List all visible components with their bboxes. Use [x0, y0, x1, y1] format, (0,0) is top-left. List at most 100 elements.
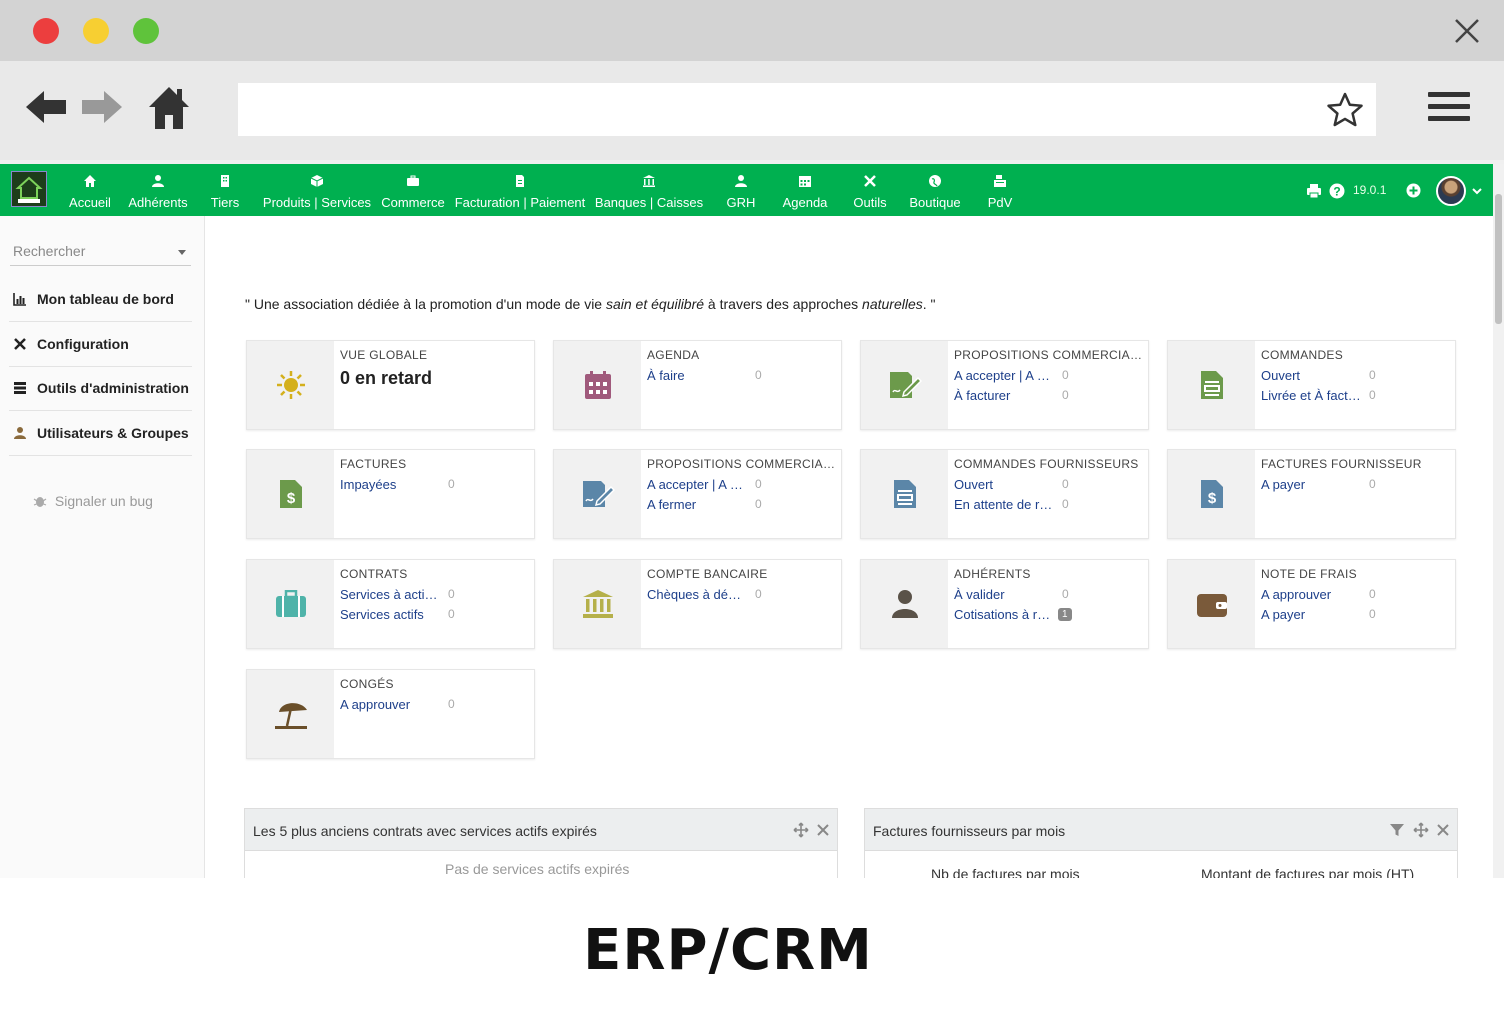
- quote-text: . ": [922, 296, 936, 312]
- home-icon: [84, 175, 96, 187]
- box-line[interactable]: Impayées 0: [340, 477, 530, 495]
- box-line[interactable]: A payer 0: [1261, 477, 1451, 495]
- hamburger-icon[interactable]: [1428, 92, 1470, 126]
- box-title: FACTURES FOURNISSEUR: [1261, 457, 1422, 471]
- box-line[interactable]: Services à activer 0: [340, 587, 530, 605]
- menu-adherents[interactable]: Adhérents: [124, 164, 192, 216]
- menu-facturation[interactable]: Facturation | Paiement: [452, 164, 588, 216]
- star-icon[interactable]: [1326, 91, 1364, 129]
- close-icon[interactable]: [815, 822, 831, 838]
- chevron-down-icon[interactable]: [1472, 187, 1482, 195]
- box-line-label: A approuver: [340, 697, 411, 712]
- box-vue-globale[interactable]: VUE GLOBALE 0 en retard: [246, 340, 535, 430]
- menu-outils[interactable]: Outils: [848, 164, 892, 216]
- box-note-de-frais[interactable]: NOTE DE FRAIS A approuver 0 A payer 0: [1167, 559, 1456, 649]
- signature-icon: [889, 372, 922, 398]
- menu-commerce[interactable]: Commerce: [379, 164, 447, 216]
- box-line[interactable]: À facturer 0: [954, 388, 1144, 406]
- forward-arrow-icon[interactable]: [80, 87, 124, 127]
- box-propositions-fournisseur[interactable]: PROPOSITIONS COMMERCIALES FOURNISSEUR A …: [553, 449, 842, 539]
- box-commandes-fournisseurs[interactable]: COMMANDES FOURNISSEURS Ouvert 0 En attent…: [860, 449, 1149, 539]
- box-big-value[interactable]: 0 en retard: [340, 368, 432, 389]
- box-line[interactable]: Livrée et À facturer 0: [1261, 388, 1451, 406]
- company-logo[interactable]: [11, 171, 47, 207]
- box-line[interactable]: A accepter | A valider 0: [954, 368, 1144, 386]
- window-maximize-dot[interactable]: [133, 18, 159, 44]
- help-icon[interactable]: ?: [1329, 183, 1345, 199]
- filter-icon[interactable]: [1389, 822, 1405, 838]
- company-quote: " Une association dédiée à la promotion …: [245, 296, 935, 312]
- home-icon[interactable]: [147, 85, 191, 131]
- left-sidebar: Rechercher Mon tableau de bord Configura…: [0, 216, 205, 878]
- scrollbar-thumb[interactable]: [1495, 194, 1502, 324]
- dashboard-main: " Une association dédiée à la promotion …: [206, 216, 1493, 878]
- box-propositions[interactable]: PROPOSITIONS COMMERCIALES A accepter | A…: [860, 340, 1149, 430]
- menu-tiers[interactable]: Tiers: [205, 164, 245, 216]
- window-minimize-dot[interactable]: [83, 18, 109, 44]
- page-scrollbar[interactable]: [1493, 164, 1504, 878]
- box-conges[interactable]: CONGÉS A approuver 0: [246, 669, 535, 759]
- box-line[interactable]: A payer 0: [1261, 607, 1451, 625]
- box-line[interactable]: Services actifs 0: [340, 607, 530, 625]
- browser-toolbar: [0, 61, 1504, 160]
- report-bug-link[interactable]: Signaler un bug: [33, 493, 153, 509]
- box-line[interactable]: A fermer 0: [647, 497, 837, 515]
- box-factures-fournisseur[interactable]: $ FACTURES FOURNISSEUR A payer 0: [1167, 449, 1456, 539]
- close-icon[interactable]: [1435, 822, 1451, 838]
- panel-title: Factures fournisseurs par mois: [873, 823, 1066, 839]
- print-icon[interactable]: [1306, 183, 1322, 199]
- window-close-dot[interactable]: [33, 18, 59, 44]
- box-line[interactable]: Cotisations à relancer 1: [954, 607, 1144, 625]
- close-icon[interactable]: [1452, 16, 1482, 46]
- box-line[interactable]: Ouvert 0: [1261, 368, 1451, 386]
- box-line-label: Services à activer: [340, 587, 440, 602]
- menu-grh[interactable]: GRH: [721, 164, 761, 216]
- sidebar-item-configuration[interactable]: Configuration: [9, 323, 192, 367]
- box-line[interactable]: Ouvert 0: [954, 477, 1144, 495]
- search-placeholder: Rechercher: [13, 243, 86, 259]
- menu-boutique[interactable]: Boutique: [906, 164, 964, 216]
- invoice-dollar-icon: $: [1200, 480, 1223, 508]
- menu-pdv[interactable]: PdV: [984, 164, 1016, 216]
- address-bar[interactable]: [238, 83, 1376, 136]
- box-line-label: À valider: [954, 587, 1005, 602]
- box-line[interactable]: A approuver 0: [340, 697, 530, 715]
- svg-text:$: $: [1207, 490, 1216, 507]
- panel-empty-text: Pas de services actifs expirés: [445, 861, 630, 877]
- sidebar-item-users-groups[interactable]: Utilisateurs & Groupes: [9, 412, 192, 456]
- box-line[interactable]: Chèques à déposer 0: [647, 587, 837, 605]
- box-line[interactable]: À valider 0: [954, 587, 1144, 605]
- tools-icon: [14, 338, 26, 350]
- box-commandes[interactable]: COMMANDES Ouvert 0 Livrée et À facturer 0: [1167, 340, 1456, 430]
- quote-text: " Une association dédiée à la promotion …: [245, 296, 606, 312]
- box-icon-area: [1168, 560, 1255, 648]
- box-factures[interactable]: $ FACTURES Impayées 0: [246, 449, 535, 539]
- menu-accueil[interactable]: Accueil: [64, 164, 116, 216]
- menu-label: GRH: [726, 195, 756, 210]
- box-compte-bancaire[interactable]: COMPTE BANCAIRE Chèques à déposer 0: [553, 559, 842, 649]
- move-icon[interactable]: [793, 822, 809, 838]
- box-line[interactable]: À faire 0: [647, 368, 837, 386]
- box-contrats[interactable]: CONTRATS Services à activer 0 Services ac…: [246, 559, 535, 649]
- box-agenda[interactable]: AGENDA À faire 0: [553, 340, 842, 430]
- move-icon[interactable]: [1413, 822, 1429, 838]
- box-line-label: A approuver: [1261, 587, 1332, 602]
- sidebar-item-admin-tools[interactable]: Outils d'administration: [9, 367, 192, 411]
- menu-banques[interactable]: Banques | Caisses: [593, 164, 705, 216]
- back-arrow-icon[interactable]: [24, 87, 68, 127]
- plus-circle-icon[interactable]: [1406, 183, 1421, 198]
- avatar[interactable]: [1436, 176, 1466, 206]
- menu-agenda[interactable]: Agenda: [779, 164, 831, 216]
- menu-produits-services[interactable]: Produits | Services: [260, 164, 374, 216]
- signature-icon: [582, 481, 615, 507]
- briefcase-icon: [407, 175, 419, 186]
- server-icon: [14, 382, 26, 394]
- quote-text: à travers des approches: [704, 296, 863, 312]
- sidebar-item-dashboard[interactable]: Mon tableau de bord: [9, 278, 192, 322]
- panel-supplier-invoices: Factures fournisseurs par mois Nb de fac…: [864, 808, 1458, 878]
- search-select[interactable]: Rechercher: [10, 240, 191, 266]
- box-line[interactable]: En attente de réception 0: [954, 497, 1144, 515]
- box-adherents[interactable]: ADHÉRENTS À valider 0 Cotisations à relan…: [860, 559, 1149, 649]
- box-line[interactable]: A accepter | A valider 0: [647, 477, 837, 495]
- box-line[interactable]: A approuver 0: [1261, 587, 1451, 605]
